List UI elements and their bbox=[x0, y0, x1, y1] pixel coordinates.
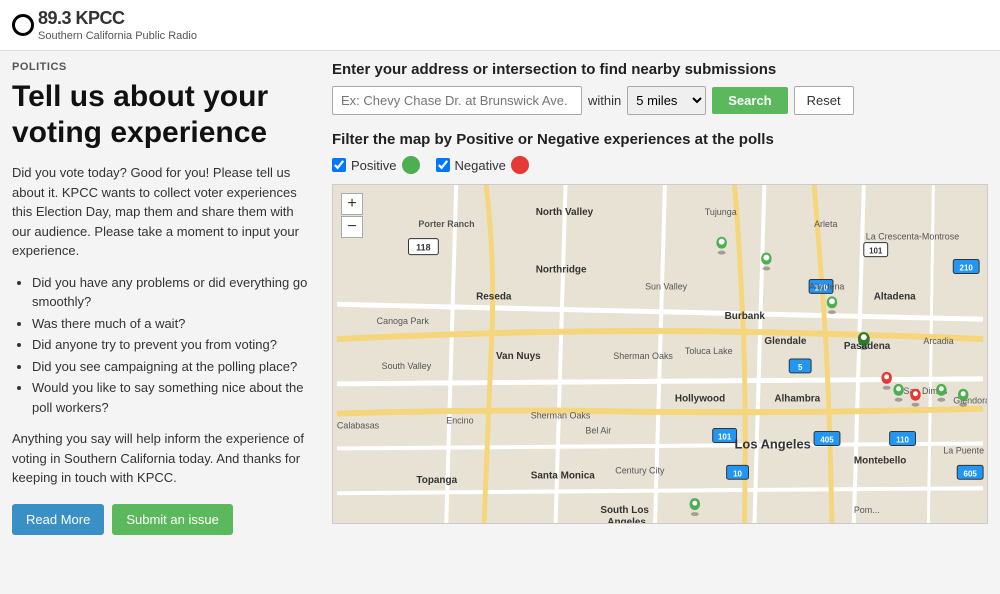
svg-text:5: 5 bbox=[798, 363, 803, 372]
svg-text:Toluca Lake: Toluca Lake bbox=[685, 346, 733, 356]
svg-text:Sun Valley: Sun Valley bbox=[645, 281, 688, 291]
svg-text:La Puente: La Puente bbox=[943, 445, 984, 455]
address-label: Enter your address or intersection to fi… bbox=[332, 61, 988, 78]
left-panel: POLITICS Tell us about your voting exper… bbox=[12, 61, 332, 535]
svg-text:Sherman Oaks: Sherman Oaks bbox=[531, 411, 591, 421]
svg-text:Reseda: Reseda bbox=[476, 291, 512, 302]
page-title: Tell us about your voting experience bbox=[12, 79, 312, 151]
svg-text:South Los: South Los bbox=[600, 505, 649, 516]
negative-dot-icon bbox=[511, 156, 529, 174]
logo[interactable]: 89.3 KPCC Southern California Public Rad… bbox=[12, 8, 197, 42]
svg-text:Sherman Oaks: Sherman Oaks bbox=[613, 351, 673, 361]
read-more-button[interactable]: Read More bbox=[12, 504, 104, 535]
filter-label: Filter the map by Positive or Negative e… bbox=[332, 131, 988, 148]
bullet-item: Was there much of a wait? bbox=[32, 314, 312, 334]
negative-checkbox[interactable] bbox=[436, 158, 450, 172]
svg-text:Alhambra: Alhambra bbox=[774, 394, 820, 405]
svg-text:101: 101 bbox=[718, 432, 732, 441]
map-container: + − bbox=[332, 184, 988, 524]
search-button[interactable]: Search bbox=[712, 87, 787, 114]
logo-circle-icon bbox=[12, 14, 34, 36]
svg-text:Altadena: Altadena bbox=[809, 281, 844, 291]
bullet-list: Did you have any problems or did everyth… bbox=[12, 273, 312, 418]
reset-button[interactable]: Reset bbox=[794, 86, 854, 115]
intro-text: Did you vote today? Good for you! Please… bbox=[12, 163, 312, 261]
svg-text:Angeles: Angeles bbox=[607, 517, 646, 523]
svg-text:405: 405 bbox=[820, 435, 834, 444]
svg-text:Altadena: Altadena bbox=[874, 291, 916, 302]
svg-text:Glendale: Glendale bbox=[764, 336, 806, 347]
svg-text:110: 110 bbox=[896, 435, 909, 444]
svg-text:Bel Air: Bel Air bbox=[585, 426, 611, 436]
svg-text:Hollywood: Hollywood bbox=[675, 394, 725, 405]
miles-select[interactable]: 5 miles 10 miles 15 miles 20 miles bbox=[627, 86, 706, 115]
bullet-item: Did anyone try to prevent you from votin… bbox=[32, 335, 312, 355]
svg-text:10: 10 bbox=[733, 469, 742, 478]
address-input[interactable] bbox=[332, 86, 582, 115]
svg-text:Los Angeles: Los Angeles bbox=[735, 436, 811, 451]
submit-issue-button[interactable]: Submit an issue bbox=[112, 504, 233, 535]
negative-label: Negative bbox=[455, 158, 506, 173]
search-row: within 5 miles 10 miles 15 miles 20 mile… bbox=[332, 86, 988, 115]
svg-text:Porter Ranch: Porter Ranch bbox=[418, 219, 474, 229]
bullet-item: Would you like to say something nice abo… bbox=[32, 378, 312, 417]
svg-text:605: 605 bbox=[964, 469, 978, 478]
svg-text:Montebello: Montebello bbox=[854, 455, 906, 466]
site-header: 89.3 KPCC Southern California Public Rad… bbox=[0, 0, 1000, 51]
svg-text:210: 210 bbox=[960, 263, 974, 272]
zoom-controls: + − bbox=[341, 193, 363, 238]
svg-text:La Crescenta-Montrose: La Crescenta-Montrose bbox=[866, 232, 959, 242]
svg-text:Encino: Encino bbox=[446, 416, 473, 426]
positive-checkbox[interactable] bbox=[332, 158, 346, 172]
section-label: POLITICS bbox=[12, 61, 312, 73]
svg-text:South Valley: South Valley bbox=[382, 361, 432, 371]
svg-text:Santa Monica: Santa Monica bbox=[531, 470, 596, 481]
positive-dot-icon bbox=[402, 156, 420, 174]
svg-text:118: 118 bbox=[416, 243, 430, 253]
map-svg: 118 101 210 170 5 101 405 bbox=[333, 185, 987, 523]
svg-text:Calabasas: Calabasas bbox=[337, 421, 380, 431]
zoom-in-button[interactable]: + bbox=[341, 193, 363, 215]
logo-subtitle: Southern California Public Radio bbox=[38, 30, 197, 42]
logo-text-group: 89.3 KPCC Southern California Public Rad… bbox=[38, 8, 197, 42]
positive-filter[interactable]: Positive bbox=[332, 156, 420, 174]
action-buttons: Read More Submit an issue bbox=[12, 504, 312, 535]
main-content: POLITICS Tell us about your voting exper… bbox=[0, 51, 1000, 545]
svg-text:Northridge: Northridge bbox=[536, 264, 587, 275]
svg-text:North Valley: North Valley bbox=[536, 207, 594, 218]
svg-text:Glendora: Glendora bbox=[953, 396, 987, 406]
svg-text:Arleta: Arleta bbox=[814, 219, 837, 229]
svg-text:Century City: Century City bbox=[615, 465, 665, 475]
negative-filter[interactable]: Negative bbox=[436, 156, 529, 174]
bullet-item: Did you see campaigning at the polling p… bbox=[32, 357, 312, 377]
svg-text:101: 101 bbox=[869, 247, 883, 256]
right-panel: Enter your address or intersection to fi… bbox=[332, 61, 988, 535]
svg-text:Van Nuys: Van Nuys bbox=[496, 351, 541, 362]
svg-text:Topanga: Topanga bbox=[416, 475, 457, 486]
logo-text: 89.3 KPCC bbox=[38, 8, 125, 28]
svg-text:Tujunga: Tujunga bbox=[705, 207, 737, 217]
footer-text: Anything you say will help inform the ex… bbox=[12, 429, 312, 488]
svg-text:Arcadia: Arcadia bbox=[923, 336, 953, 346]
within-label: within bbox=[588, 93, 621, 108]
filter-row: Positive Negative bbox=[332, 156, 988, 174]
svg-text:Canoga Park: Canoga Park bbox=[377, 316, 430, 326]
positive-label: Positive bbox=[351, 158, 397, 173]
bullet-item: Did you have any problems or did everyth… bbox=[32, 273, 312, 312]
svg-text:Burbank: Burbank bbox=[725, 311, 766, 322]
svg-text:Pom...: Pom... bbox=[854, 505, 880, 515]
zoom-out-button[interactable]: − bbox=[341, 216, 363, 238]
